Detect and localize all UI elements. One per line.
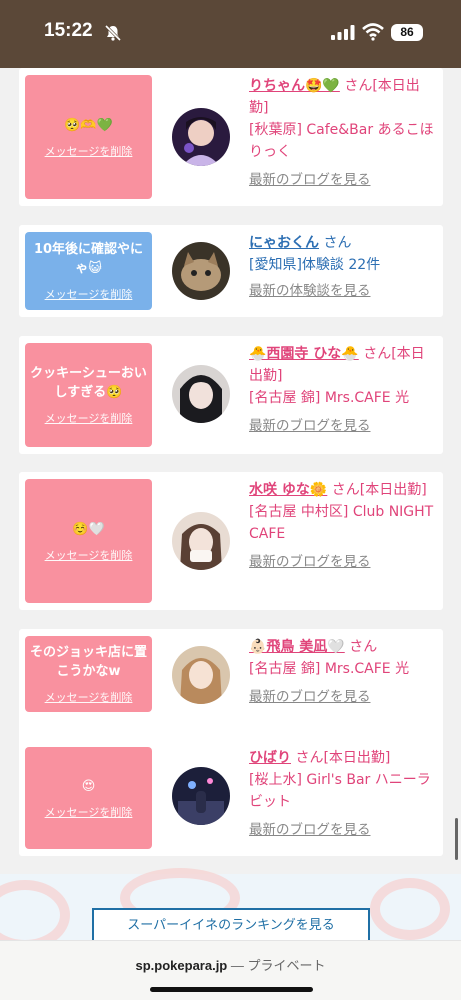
cast-name-link[interactable]: 👶🏻飛鳥 美凪🤍 [249, 639, 345, 655]
address-text[interactable]: sp.pokepara.jp — プライベート [0, 955, 461, 974]
bell-muted-icon [104, 24, 122, 42]
scrollbar[interactable] [455, 818, 458, 860]
shop-location: [名古屋 中村区] Club NIGHT CAFE [249, 504, 434, 542]
message-bubble: 10年後に確認やにゃ😺 メッセージを削除 [25, 232, 152, 310]
avatar[interactable] [172, 365, 230, 423]
private-mode-label: — プライベート [230, 958, 326, 973]
wifi-icon [362, 23, 384, 41]
work-status: [本日出勤] [359, 482, 427, 498]
delete-message-link[interactable]: メッセージを削除 [45, 286, 133, 302]
avatar[interactable] [172, 512, 230, 570]
list-item: 🥺🫶💚 メッセージを削除 りちゃん🤩💚 さん[本日出勤] [秋葉原] Cafe&… [19, 68, 443, 206]
avatar[interactable] [172, 646, 230, 704]
message-text: 😍 [81, 778, 96, 794]
latest-blog-link[interactable]: 最新のブログを見る [249, 686, 437, 708]
message-text: 10年後に確認やにゃ😺 [33, 242, 144, 276]
message-text: ☺️🤍 [72, 521, 105, 537]
list-item: 10年後に確認やにゃ😺 メッセージを削除 にゃおくん さん [愛知県]体験談 2… [19, 225, 443, 317]
honorific: さん [323, 235, 352, 251]
message-bubble: 😍 メッセージを削除 [25, 747, 152, 849]
delete-message-link[interactable]: メッセージを削除 [45, 410, 133, 426]
cast-name-link[interactable]: ひばり [249, 750, 291, 766]
area-reviews: [愛知県]体験談 22件 [249, 257, 381, 273]
latest-blog-link[interactable]: 最新のブログを見る [249, 169, 437, 191]
home-indicator[interactable] [150, 987, 313, 992]
list-item: ☺️🤍 メッセージを削除 水咲 ゆな🌼 さん[本日出勤] [名古屋 中村区] C… [19, 472, 443, 610]
avatar[interactable] [172, 767, 230, 825]
work-status: [本日出勤] [323, 750, 391, 766]
delete-message-link[interactable]: メッセージを削除 [45, 547, 133, 563]
honorific: さん [344, 78, 373, 94]
cast-info: ひばり さん[本日出勤] [桜上水] Girl's Bar ハニーラビット 最新… [249, 747, 437, 841]
status-bar: 15:22 86 [0, 0, 461, 68]
cast-name-link[interactable]: 水咲 ゆな🌼 [249, 482, 327, 498]
cast-name-link[interactable]: 🐣西園寺 ひな🐣 [249, 346, 359, 362]
shop-location: [秋葉原] Cafe&Bar あるこほりっく [249, 122, 434, 160]
avatar[interactable] [172, 242, 230, 300]
shop-location: [名古屋 錦] Mrs.CAFE 光 [249, 390, 410, 406]
latest-blog-link[interactable]: 最新のブログを見る [249, 819, 437, 841]
domain-text: sp.pokepara.jp [135, 958, 228, 973]
delete-message-link[interactable]: メッセージを削除 [45, 804, 133, 820]
latest-blog-link[interactable]: 最新のブログを見る [249, 415, 437, 437]
honorific: さん [331, 482, 360, 498]
list-item: クッキーシューおいしすぎる🥺 メッセージを削除 🐣西園寺 ひな🐣 さん[本日出勤… [19, 336, 443, 454]
status-time: 15:22 [44, 20, 93, 41]
message-bubble: クッキーシューおいしすぎる🥺 メッセージを削除 [25, 343, 152, 447]
avatar[interactable] [172, 108, 230, 166]
cast-info: 👶🏻飛鳥 美凪🤍 さん [名古屋 錦] Mrs.CAFE 光 最新のブログを見る [249, 636, 437, 708]
latest-blog-link[interactable]: 最新のブログを見る [249, 551, 437, 573]
decorative-ring [370, 878, 450, 940]
cast-info: 🐣西園寺 ひな🐣 さん[本日出勤] [名古屋 錦] Mrs.CAFE 光 最新の… [249, 343, 437, 437]
list-item: 😍 メッセージを削除 ひばり さん[本日出勤] [桜上水] Girl's Bar… [19, 740, 443, 856]
cast-info: 水咲 ゆな🌼 さん[本日出勤] [名古屋 中村区] Club NIGHT CAF… [249, 479, 437, 573]
message-bubble: そのジョッキ店に置こうかなw メッセージを削除 [25, 636, 152, 712]
delete-message-link[interactable]: メッセージを削除 [45, 689, 133, 705]
signal-icon [331, 25, 355, 40]
cast-name-link[interactable]: りちゃん🤩💚 [249, 78, 340, 94]
delete-message-link[interactable]: メッセージを削除 [45, 143, 133, 159]
cast-info: りちゃん🤩💚 さん[本日出勤] [秋葉原] Cafe&Bar あるこほりっく 最… [249, 75, 437, 191]
message-bubble: 🥺🫶💚 メッセージを削除 [25, 75, 152, 199]
honorific: さん [295, 750, 324, 766]
ranking-button[interactable]: スーパーイイネのランキングを見る [92, 908, 370, 944]
latest-review-link[interactable]: 最新の体験談を見る [249, 280, 437, 302]
shop-location: [名古屋 錦] Mrs.CAFE 光 [249, 661, 410, 677]
message-text: 🥺🫶💚 [64, 117, 113, 133]
battery-indicator: 86 [391, 24, 423, 41]
honorific: さん [363, 346, 392, 362]
honorific: さん [349, 639, 378, 655]
message-bubble: ☺️🤍 メッセージを削除 [25, 479, 152, 603]
cast-info: にゃおくん さん [愛知県]体験談 22件 最新の体験談を見る [249, 232, 437, 302]
shop-location: [桜上水] Girl's Bar ハニーラビット [249, 772, 431, 810]
message-text: クッキーシューおいしすぎる🥺 [30, 366, 147, 400]
cast-name-link[interactable]: にゃおくん [249, 235, 319, 251]
message-text: そのジョッキ店に置こうかなw [29, 645, 147, 679]
